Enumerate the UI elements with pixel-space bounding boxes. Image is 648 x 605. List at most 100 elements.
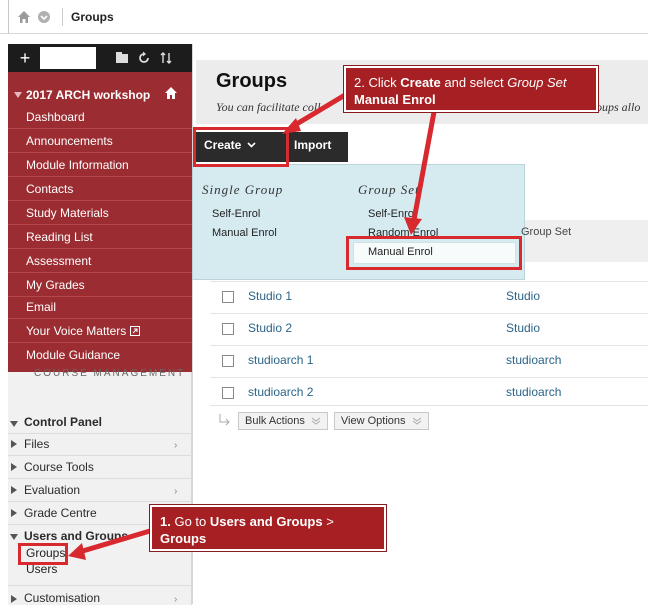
divider xyxy=(8,272,192,273)
step-1-groups: Groups xyxy=(160,531,207,546)
step-2-text: Click xyxy=(368,75,397,90)
divider xyxy=(8,318,192,319)
divider xyxy=(210,405,648,406)
group-set-link[interactable]: Studio xyxy=(506,321,540,335)
bulk-actions-label: Bulk Actions xyxy=(245,415,305,427)
external-link-icon xyxy=(129,326,140,336)
bulk-actions-button[interactable]: Bulk Actions xyxy=(238,412,328,430)
step-2-create: Create xyxy=(400,75,441,90)
group-name-link[interactable]: studioarch 1 xyxy=(248,353,313,367)
menu-item-announcements[interactable]: Announcements xyxy=(26,134,113,148)
group-set-link[interactable]: studioarch xyxy=(506,385,561,399)
step-2-callout: 2. Click Create and select Group Set Man… xyxy=(344,66,598,112)
control-panel-grade-centre[interactable]: Grade Centre xyxy=(24,506,97,520)
single-group-heading: Single Group xyxy=(202,182,284,197)
groups-highlight xyxy=(18,543,68,565)
divider xyxy=(8,585,192,586)
menu-item-dashboard[interactable]: Dashboard xyxy=(26,110,85,124)
divider xyxy=(8,433,192,434)
step-2-group-set: Group Set xyxy=(507,75,567,90)
row-checkbox[interactable] xyxy=(222,387,234,399)
divider xyxy=(8,296,192,297)
collapsed-arrow-icon[interactable] xyxy=(10,486,18,494)
refresh-icon[interactable] xyxy=(136,50,152,66)
menu-item-module-guidance[interactable]: Module Guidance xyxy=(26,348,120,362)
add-menu-item-button[interactable]: + xyxy=(14,47,36,69)
group-set-self-enrol[interactable]: Self-Enrol xyxy=(368,208,416,220)
home-icon[interactable] xyxy=(16,9,32,25)
divider xyxy=(8,478,192,479)
course-title[interactable]: 2017 ARCH workshop xyxy=(26,88,150,102)
row-checkbox[interactable] xyxy=(222,291,234,303)
column-header-group-set[interactable]: Group Set xyxy=(521,226,571,238)
expanded-arrow-icon[interactable] xyxy=(10,420,18,428)
manual-enrol-highlight xyxy=(346,236,522,270)
divider xyxy=(8,501,192,502)
group-name-link[interactable]: Studio 1 xyxy=(248,289,292,303)
sort-icon[interactable] xyxy=(158,50,174,66)
step-1-number: 1. xyxy=(160,514,171,529)
menu-item-label: Your Voice Matters xyxy=(26,324,127,338)
divider xyxy=(8,224,192,225)
collapsed-arrow-icon[interactable] xyxy=(10,463,18,471)
menu-toolbar: + xyxy=(8,44,192,72)
single-group-manual-enrol[interactable]: Manual Enrol xyxy=(212,227,277,239)
view-options-button[interactable]: View Options xyxy=(333,412,429,430)
divider xyxy=(8,200,192,201)
import-button[interactable]: Import xyxy=(294,138,331,152)
menu-item-reading-list[interactable]: Reading List xyxy=(26,230,93,244)
divider xyxy=(8,0,9,34)
divider xyxy=(8,152,192,153)
menu-item-your-voice-matters[interactable]: Your Voice Matters xyxy=(26,324,140,338)
page-title: Groups xyxy=(216,70,288,92)
double-chevron-down-icon xyxy=(412,417,421,425)
divider xyxy=(8,176,192,177)
page-description: You can facilitate coll xyxy=(216,100,321,114)
control-panel-header[interactable]: Control Panel xyxy=(24,415,102,429)
collapsed-arrow-icon[interactable] xyxy=(10,595,18,603)
divider xyxy=(8,248,192,249)
expanded-arrow-icon[interactable] xyxy=(10,533,18,541)
course-home-icon[interactable] xyxy=(164,86,178,100)
folder-view-icon[interactable] xyxy=(114,50,130,66)
collapse-arrow-icon[interactable] xyxy=(14,91,22,99)
menu-item-contacts[interactable]: Contacts xyxy=(26,182,73,196)
control-panel-customisation[interactable]: Customisation xyxy=(24,591,100,605)
group-name-link[interactable]: Studio 2 xyxy=(248,321,292,335)
row-checkbox[interactable] xyxy=(222,355,234,367)
menu-search-field[interactable] xyxy=(40,47,96,69)
control-panel-users-and-groups[interactable]: Users and Groups xyxy=(24,529,128,543)
double-chevron-down-icon xyxy=(311,417,321,425)
control-panel-course-tools[interactable]: Course Tools xyxy=(24,460,94,474)
row-checkbox[interactable] xyxy=(222,323,234,335)
group-set-heading: Group Set xyxy=(358,182,420,197)
collapsed-arrow-icon[interactable] xyxy=(10,509,18,517)
menu-item-email[interactable]: Email xyxy=(26,300,56,314)
step-1-users-and-groups: Users and Groups xyxy=(209,514,323,529)
step-1-callout: 1. Go to Users and Groups > Groups xyxy=(150,505,386,551)
chevron-right-icon: › xyxy=(174,440,178,451)
menu-item-module-information[interactable]: Module Information xyxy=(26,158,129,172)
view-options-label: View Options xyxy=(340,415,406,427)
step-1-separator: > xyxy=(326,514,334,529)
table-actions: Bulk Actions View Options xyxy=(218,412,429,430)
step-1-text: Go to xyxy=(174,514,207,529)
control-panel-files[interactable]: Files xyxy=(24,437,49,451)
create-highlight xyxy=(193,127,289,167)
chevron-down-icon[interactable] xyxy=(36,9,52,25)
collapsed-arrow-icon[interactable] xyxy=(10,440,18,448)
control-panel-evaluation[interactable]: Evaluation xyxy=(24,483,80,497)
group-set-link[interactable]: studioarch xyxy=(506,353,561,367)
divider xyxy=(210,377,648,378)
group-set-link[interactable]: Studio xyxy=(506,289,540,303)
group-name-link[interactable]: studioarch 2 xyxy=(248,385,313,399)
single-group-self-enrol[interactable]: Self-Enrol xyxy=(212,208,260,220)
menu-item-my-grades[interactable]: My Grades xyxy=(26,278,85,292)
menu-item-study-materials[interactable]: Study Materials xyxy=(26,206,109,220)
chevron-right-icon: › xyxy=(174,486,178,497)
menu-item-assessment[interactable]: Assessment xyxy=(26,254,91,268)
step-2-text-mid: and select xyxy=(444,75,504,90)
step-2-number: 2. xyxy=(354,75,365,90)
divider xyxy=(210,345,648,346)
step-2-manual-enrol: Manual Enrol xyxy=(354,92,436,107)
